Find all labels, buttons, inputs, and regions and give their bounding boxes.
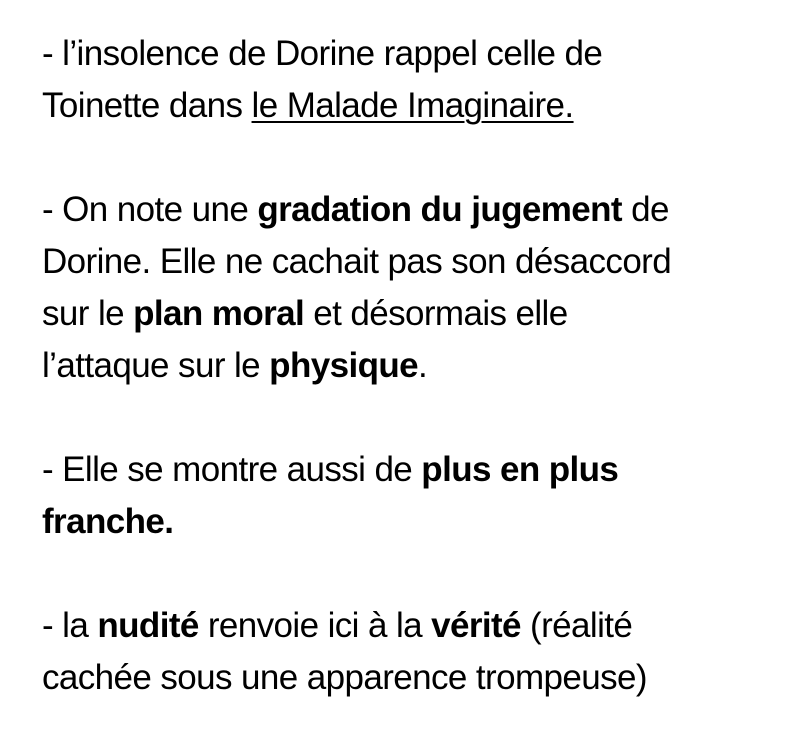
underlined-title: le Malade Imaginaire. (251, 86, 575, 125)
text-segment: - Elle se montre aussi de (42, 450, 422, 489)
bold-text: physique (269, 346, 419, 385)
paragraph-1: - l’insolence de Dorine rappel celle de … (42, 28, 792, 132)
text-segment: - On note une (42, 190, 258, 229)
text-segment: - la (42, 606, 98, 645)
bold-text: nudité (97, 606, 199, 645)
text-segment: Dorine. Elle ne cachait pas son désaccor… (42, 242, 672, 281)
bold-text: plan moral (133, 294, 305, 333)
bold-text: vérité (431, 606, 521, 645)
text-line: Toinette dans (42, 86, 252, 125)
document-body: - l’insolence de Dorine rappel celle de … (42, 28, 792, 704)
bold-text: franche. (42, 502, 174, 541)
text-line: - l’insolence de Dorine rappel celle de (42, 34, 603, 73)
text-segment: cachée sous une apparence trompeuse) (42, 658, 648, 697)
text-segment: de (621, 190, 669, 229)
text-segment: . (418, 346, 428, 385)
paragraph-2: - On note une gradation du jugement de D… (42, 184, 792, 392)
paragraph-4: - la nudité renvoie ici à la vérité (réa… (42, 600, 792, 704)
text-segment: sur le (42, 294, 134, 333)
text-segment: renvoie ici à la (198, 606, 432, 645)
text-segment: et désormais elle (304, 294, 568, 333)
bold-text: plus en plus (421, 450, 619, 489)
bold-text: gradation du jugement (257, 190, 622, 229)
text-segment: (réalité (520, 606, 633, 645)
paragraph-3: - Elle se montre aussi de plus en plus f… (42, 444, 792, 548)
text-segment: l’attaque sur le (42, 346, 270, 385)
